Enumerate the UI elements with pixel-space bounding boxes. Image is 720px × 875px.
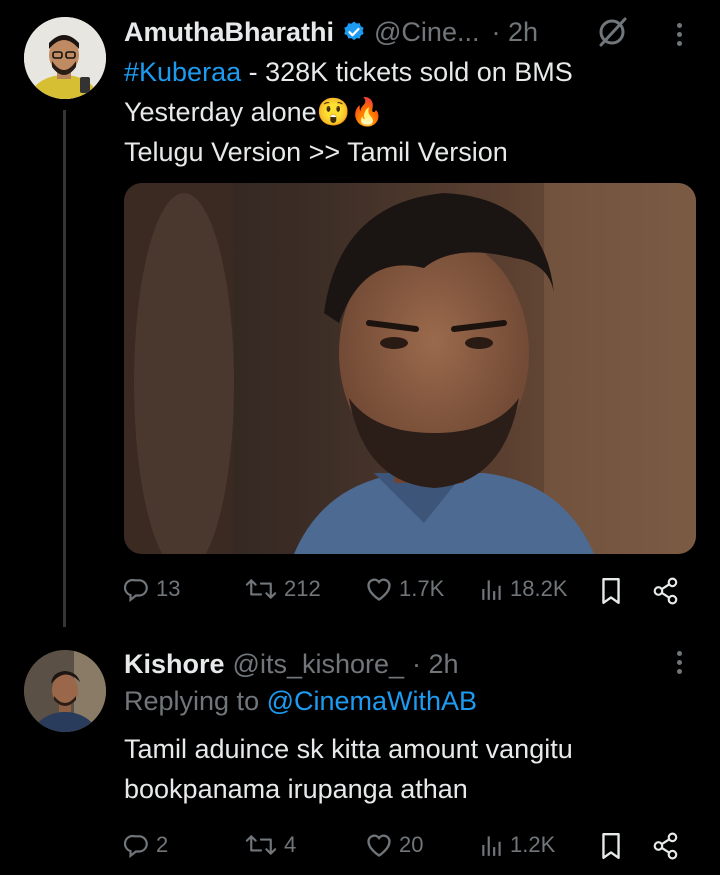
views-button[interactable]: 1.2K xyxy=(480,832,555,858)
tweet-text-line-2: Yesterday alone😲🔥 xyxy=(124,97,384,127)
tweet-text: Tamil aduince sk kitta amount vangitu bo… xyxy=(124,729,704,809)
repost-count: 4 xyxy=(284,832,297,857)
tweet-text-fragment: - 328K tickets sold on BMS xyxy=(241,57,573,87)
tweet-text-line-1: #Kuberaa - 328K tickets sold on BMS xyxy=(124,52,704,92)
grok-icon[interactable] xyxy=(596,16,630,53)
bookmark-icon[interactable] xyxy=(600,832,622,865)
tweet-text-line-1: Tamil aduince sk kitta amount vangitu xyxy=(124,734,573,764)
tweet-media-image[interactable] xyxy=(124,183,696,554)
views-count: 18.2K xyxy=(510,576,568,601)
avatar-kishore[interactable] xyxy=(24,650,106,732)
timestamp[interactable]: · 2h xyxy=(412,649,459,680)
reply-button[interactable]: 2 xyxy=(124,832,168,858)
reply-button[interactable]: 13 xyxy=(124,576,180,602)
display-name[interactable]: Kishore xyxy=(124,649,225,680)
repost-button[interactable]: 4 xyxy=(244,832,296,858)
share-icon[interactable] xyxy=(652,832,680,865)
replying-to-label: Replying to xyxy=(124,686,267,716)
handle[interactable]: @Cine... xyxy=(374,17,479,48)
tweet-text: #Kuberaa - 328K tickets sold on BMS Yest… xyxy=(124,52,704,172)
replying-to: Replying to @CinemaWithAB xyxy=(124,686,477,717)
repost-count: 212 xyxy=(284,576,321,601)
repost-icon xyxy=(245,579,277,599)
reply-icon xyxy=(124,834,148,858)
views-button[interactable]: 18.2K xyxy=(480,576,568,602)
like-count: 1.7K xyxy=(399,576,445,601)
thread-connector-line xyxy=(63,110,66,627)
tweet-header: Kishore @its_kishore_ · 2h xyxy=(124,646,459,682)
more-options-icon[interactable] xyxy=(677,23,682,46)
repost-icon xyxy=(245,835,277,855)
like-icon xyxy=(367,578,391,601)
replying-to-handle[interactable]: @CinemaWithAB xyxy=(267,686,477,716)
more-options-icon[interactable] xyxy=(677,651,682,674)
share-icon[interactable] xyxy=(652,577,680,610)
like-button[interactable]: 20 xyxy=(365,832,423,858)
avatar-amuthabharathi[interactable] xyxy=(24,17,106,99)
handle[interactable]: @its_kishore_ xyxy=(233,649,404,680)
bookmark-icon[interactable] xyxy=(600,577,622,610)
reply-count: 2 xyxy=(156,832,169,857)
tweet-text-line-2: bookpanama irupanga athan xyxy=(124,774,468,804)
verified-badge-icon xyxy=(342,20,366,44)
views-icon xyxy=(482,836,501,856)
like-count: 20 xyxy=(399,832,424,857)
like-button[interactable]: 1.7K xyxy=(365,576,444,602)
tweet-text-line-3: Telugu Version >> Tamil Version xyxy=(124,137,508,167)
hashtag-link[interactable]: #Kuberaa xyxy=(124,57,241,87)
repost-button[interactable]: 212 xyxy=(244,576,321,602)
tweet-header: AmuthaBharathi @Cine... · 2h xyxy=(124,14,538,50)
views-icon xyxy=(482,580,501,600)
views-count: 1.2K xyxy=(510,832,556,857)
reply-count: 13 xyxy=(156,576,181,601)
display-name[interactable]: AmuthaBharathi xyxy=(124,17,334,48)
like-icon xyxy=(367,834,391,857)
timestamp[interactable]: · 2h xyxy=(491,17,538,48)
reply-icon xyxy=(124,578,148,602)
